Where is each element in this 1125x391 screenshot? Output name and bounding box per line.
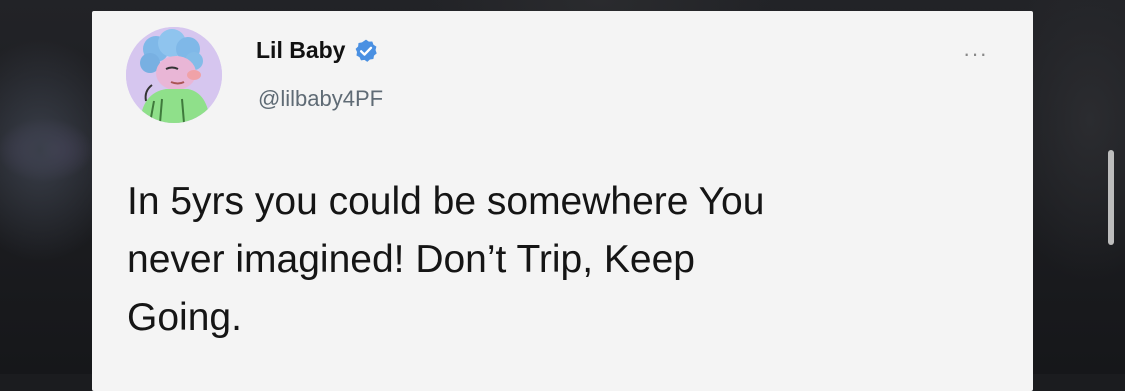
user-handle[interactable]: @lilbaby4PF (258, 86, 383, 112)
display-name[interactable]: Lil Baby (256, 37, 345, 64)
tweet-card: Lil Baby @lilbaby4PF ··· In 5yrs you cou… (92, 11, 1033, 391)
author-row: Lil Baby (256, 37, 379, 64)
scrollbar[interactable] (1108, 150, 1114, 245)
avatar[interactable] (126, 27, 222, 123)
tweet-text: In 5yrs you could be somewhere You never… (127, 180, 765, 339)
verified-badge-icon (356, 39, 378, 62)
more-options-icon[interactable]: ··· (963, 41, 988, 67)
avatar-illustration (126, 27, 222, 123)
